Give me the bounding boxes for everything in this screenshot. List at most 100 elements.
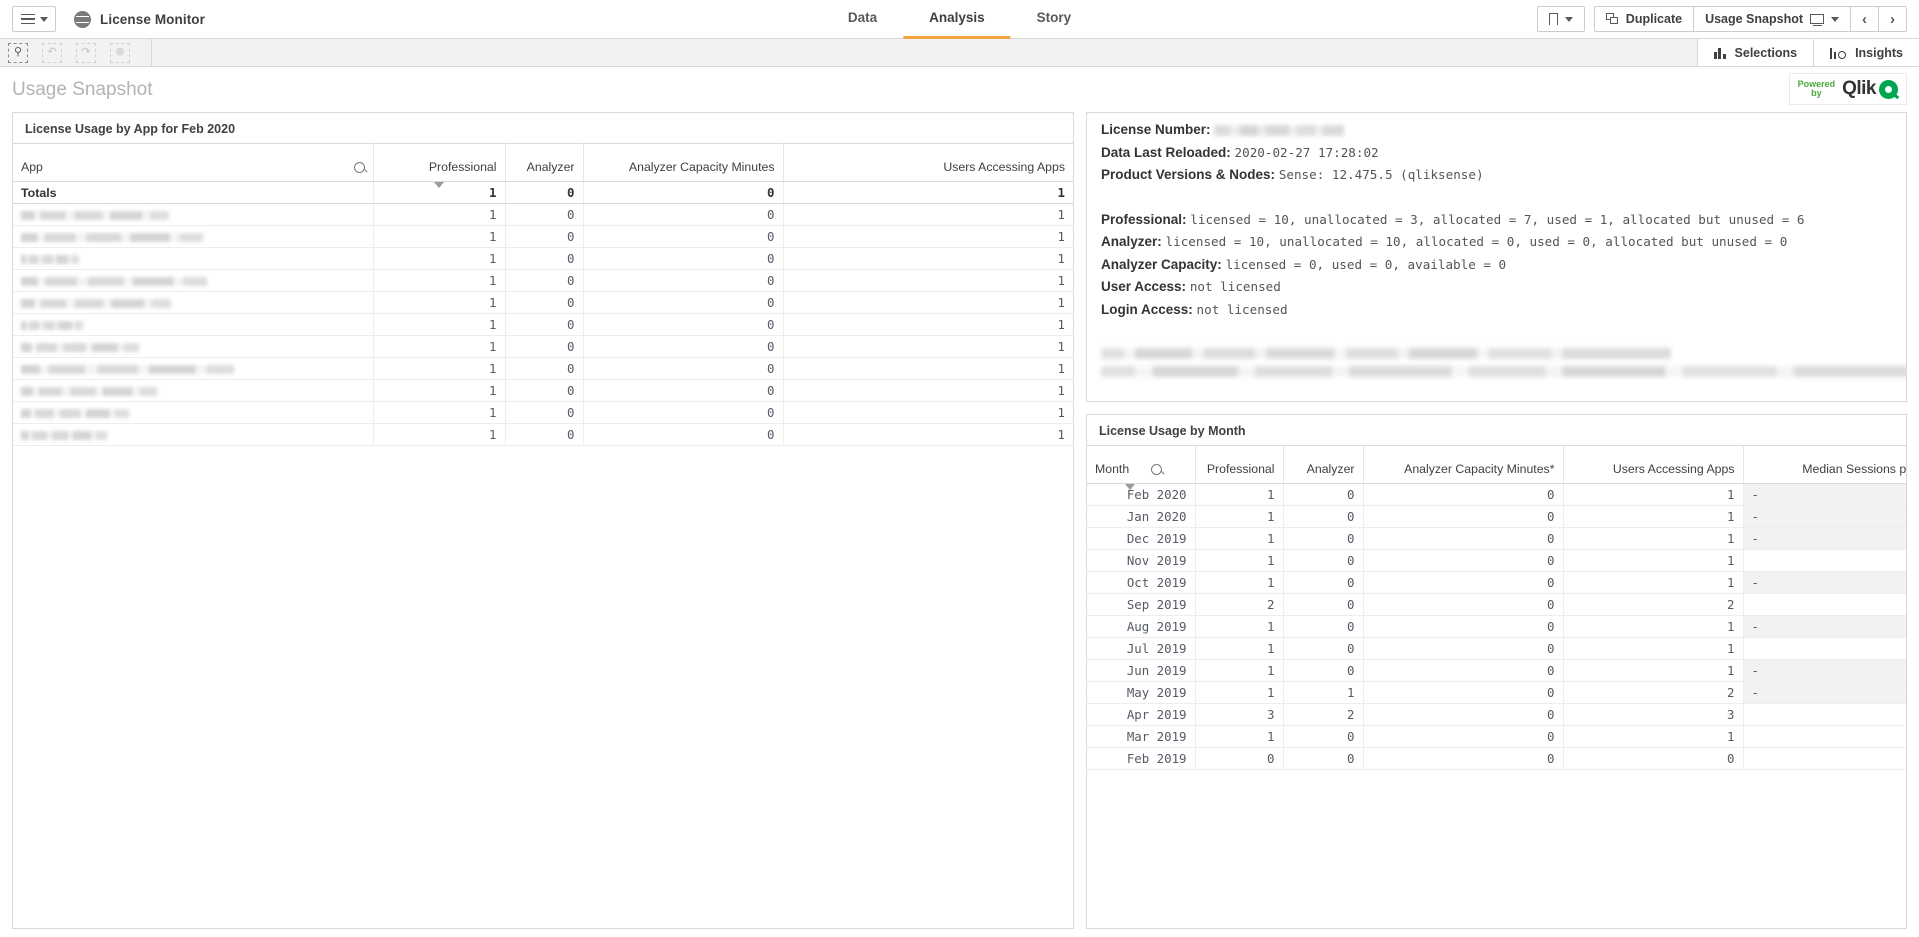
cell-month[interactable]: May 2019: [1087, 682, 1195, 704]
table-row[interactable]: Apr 20193203252: [1087, 704, 1907, 726]
cell-analyzer[interactable]: 0: [1283, 726, 1363, 748]
cell-app-name[interactable]: [13, 402, 373, 424]
cell-month[interactable]: Jan 2020: [1087, 506, 1195, 528]
cell-analyzer[interactable]: 0: [505, 380, 583, 402]
cell-median-sessions[interactable]: 6: [1743, 726, 1907, 748]
cell-analyzer[interactable]: 0: [1283, 594, 1363, 616]
selection-search-tool[interactable]: ⚲: [8, 43, 28, 63]
cell-analyzer[interactable]: 0: [505, 402, 583, 424]
cell-professional[interactable]: 1: [1195, 726, 1283, 748]
cell-month[interactable]: Nov 2019: [1087, 550, 1195, 572]
cell-capacity-minutes[interactable]: 0: [1363, 660, 1563, 682]
cell-capacity-minutes[interactable]: 0: [1363, 726, 1563, 748]
cell-professional[interactable]: 1: [373, 248, 505, 270]
hamburger-menu-button[interactable]: [12, 6, 56, 32]
table-row[interactable]: 1001: [13, 424, 1073, 446]
cell-capacity-minutes[interactable]: 0: [1363, 484, 1563, 506]
cell-users-accessing-apps[interactable]: 2: [1563, 682, 1743, 704]
cell-professional[interactable]: 1: [1195, 638, 1283, 660]
cell-app-name[interactable]: [13, 424, 373, 446]
cell-users-accessing-apps[interactable]: 1: [1563, 484, 1743, 506]
cell-analyzer[interactable]: 0: [505, 424, 583, 446]
table-row[interactable]: 1001: [13, 292, 1073, 314]
cell-month[interactable]: Dec 2019: [1087, 528, 1195, 550]
cell-app-name[interactable]: [13, 270, 373, 292]
cell-capacity-minutes[interactable]: 0: [1363, 704, 1563, 726]
cell-capacity-minutes[interactable]: 0: [1363, 594, 1563, 616]
cell-users-accessing-apps[interactable]: 1: [783, 358, 1073, 380]
cell-capacity-minutes[interactable]: 0: [1363, 528, 1563, 550]
cell-analyzer[interactable]: 0: [505, 248, 583, 270]
cell-capacity-minutes[interactable]: 0: [583, 358, 783, 380]
cell-analyzer[interactable]: 0: [1283, 528, 1363, 550]
cell-month[interactable]: Aug 2019: [1087, 616, 1195, 638]
cell-professional[interactable]: 1: [1195, 528, 1283, 550]
cell-users-accessing-apps[interactable]: 1: [783, 336, 1073, 358]
table-row[interactable]: 1001: [13, 270, 1073, 292]
tab-story[interactable]: Story: [1011, 0, 1098, 39]
table-row[interactable]: Sep 20192002124: [1087, 594, 1907, 616]
cell-users-accessing-apps[interactable]: 1: [783, 424, 1073, 446]
cell-month[interactable]: Jul 2019: [1087, 638, 1195, 660]
cell-professional[interactable]: 1: [1195, 682, 1283, 704]
cell-users-accessing-apps[interactable]: 1: [1563, 528, 1743, 550]
cell-professional[interactable]: 1: [373, 336, 505, 358]
cell-capacity-minutes[interactable]: 0: [1363, 572, 1563, 594]
cell-users-accessing-apps[interactable]: 1: [783, 402, 1073, 424]
insights-button[interactable]: Insights: [1814, 39, 1919, 66]
cell-capacity-minutes[interactable]: 0: [583, 248, 783, 270]
cell-analyzer[interactable]: 0: [1283, 572, 1363, 594]
cell-analyzer[interactable]: 0: [505, 204, 583, 226]
cell-capacity-minutes[interactable]: 0: [583, 204, 783, 226]
cell-capacity-minutes[interactable]: 0: [1363, 682, 1563, 704]
cell-median-sessions[interactable]: 1: [1743, 594, 1907, 616]
cell-capacity-minutes[interactable]: 0: [583, 402, 783, 424]
tab-analysis[interactable]: Analysis: [903, 0, 1011, 39]
cell-analyzer[interactable]: 0: [1283, 550, 1363, 572]
cell-analyzer[interactable]: 0: [505, 270, 583, 292]
cell-capacity-minutes[interactable]: 0: [583, 270, 783, 292]
table-row[interactable]: 1001: [13, 336, 1073, 358]
cell-analyzer[interactable]: 0: [505, 336, 583, 358]
cell-app-name[interactable]: [13, 292, 373, 314]
table-row[interactable]: Aug 20191001-14: [1087, 616, 1907, 638]
table-row[interactable]: 1001: [13, 380, 1073, 402]
table-row[interactable]: Oct 20191001-17: [1087, 572, 1907, 594]
cell-capacity-minutes[interactable]: 0: [583, 424, 783, 446]
cell-median-sessions[interactable]: 2: [1743, 704, 1907, 726]
cell-users-accessing-apps[interactable]: 1: [783, 380, 1073, 402]
step-back-tool[interactable]: ↶: [42, 43, 62, 63]
cell-analyzer[interactable]: 0: [1283, 484, 1363, 506]
month-table-col-analyzer[interactable]: Analyzer: [1283, 446, 1363, 484]
cell-month[interactable]: Feb 2019: [1087, 748, 1195, 770]
cell-professional[interactable]: 1: [373, 314, 505, 336]
table-row[interactable]: Nov 20191001022: [1087, 550, 1907, 572]
cell-app-name[interactable]: [13, 314, 373, 336]
cell-median-sessions[interactable]: 0: [1743, 748, 1907, 770]
cell-professional[interactable]: 1: [373, 380, 505, 402]
cell-professional[interactable]: 1: [373, 270, 505, 292]
search-icon[interactable]: [1151, 464, 1162, 475]
cell-capacity-minutes[interactable]: 0: [1363, 506, 1563, 528]
table-row[interactable]: Jun 20191001-18: [1087, 660, 1907, 682]
cell-professional[interactable]: 1: [373, 424, 505, 446]
cell-users-accessing-apps[interactable]: 1: [783, 204, 1073, 226]
cell-users-accessing-apps[interactable]: 1: [1563, 726, 1743, 748]
cell-professional[interactable]: 1: [1195, 506, 1283, 528]
app-identity[interactable]: License Monitor: [74, 11, 205, 28]
table-row[interactable]: Jan 20201001-13: [1087, 506, 1907, 528]
bookmarks-button[interactable]: [1538, 7, 1584, 31]
cell-analyzer[interactable]: 0: [505, 314, 583, 336]
previous-sheet-button[interactable]: ‹: [1851, 7, 1879, 31]
cell-app-name[interactable]: [13, 248, 373, 270]
app-table-col-users-accessing-apps[interactable]: Users Accessing Apps: [783, 144, 1073, 182]
app-table-col-capacity-minutes[interactable]: Analyzer Capacity Minutes: [583, 144, 783, 182]
cell-median-sessions[interactable]: -: [1743, 528, 1907, 550]
search-icon[interactable]: [354, 162, 365, 173]
cell-month[interactable]: Mar 2019: [1087, 726, 1195, 748]
cell-month[interactable]: Sep 2019: [1087, 594, 1195, 616]
cell-professional[interactable]: 1: [1195, 484, 1283, 506]
cell-analyzer[interactable]: 0: [1283, 748, 1363, 770]
cell-month[interactable]: Oct 2019: [1087, 572, 1195, 594]
cell-users-accessing-apps[interactable]: 1: [1563, 616, 1743, 638]
